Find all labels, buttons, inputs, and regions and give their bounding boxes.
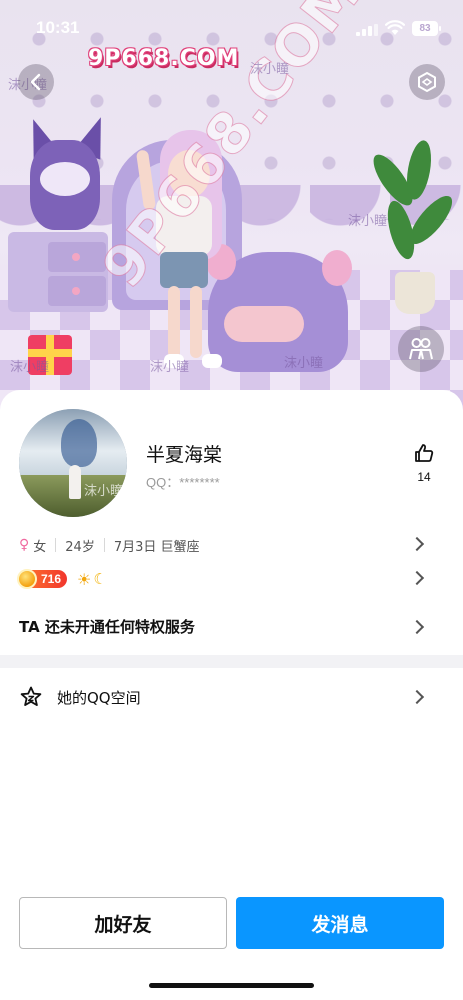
interact-button[interactable] [398,326,444,372]
watermark-author: 沫小瞳 [250,62,290,77]
privilege-text: TA 还未开通任何特权服务 [19,618,195,636]
basic-info-row[interactable]: ♀ 女 24岁 7月3日 巨蟹座 [19,535,444,555]
qzone-row[interactable]: 她的QQ空间 [19,684,444,710]
armchair-cushion [224,306,304,342]
watermark-author: 沫小瞳 [10,360,50,375]
back-button[interactable] [18,64,54,100]
avatar-leg [190,286,202,358]
watermark-author: 沫小瞳 [150,360,190,375]
avatar-photo-splash [61,419,97,467]
watermark-author: 沫小瞳 [282,882,322,897]
watermark-author: 沫小瞳 [418,884,458,899]
moon-icon: ☾ [93,570,107,588]
wifi-icon [385,20,405,35]
sun-icon: ☀ [77,569,92,589]
like-count: 14 [417,470,431,484]
hexagon-icon [418,71,436,93]
chevron-right-icon [409,619,425,635]
status-bar: 10:31 83 [0,0,463,56]
female-icon: ♀ [19,537,30,553]
add-friend-button[interactable]: 加好友 [19,897,227,949]
like-button[interactable]: 14 [404,442,444,484]
watermark-author: 沫小瞳 [84,484,124,499]
birthday-zodiac: 7月3日 巨蟹座 [113,539,200,555]
profile-3d-room[interactable]: 9P668.COM 沫小瞳 沫小瞳 沫小瞳 沫小瞳 沫小瞳 沫小瞳 9P668.… [0,0,463,410]
send-message-button[interactable]: 发消息 [236,897,444,949]
cellular-signal-icon [356,24,378,36]
qq-number: QQ：******** [146,472,220,491]
qzone-label: 她的QQ空间 [57,688,141,707]
chevron-right-icon [409,689,425,705]
drawer [48,276,106,306]
gender: 女 [33,539,47,555]
avatar-shoe [202,354,222,368]
avatar-photo-figure [69,465,81,499]
status-time: 10:31 [36,18,80,37]
qq-label: QQ： [146,475,180,490]
armchair-ear [322,250,352,286]
coin-icon [17,569,37,589]
send-message-label: 发消息 [311,913,369,936]
age: 24岁 [65,539,95,555]
divider [103,538,105,552]
watermark-author: 沫小瞳 [348,214,388,229]
qzone-star-icon [20,686,42,706]
divider [55,538,57,552]
nickname: 半夏海棠 [146,444,223,466]
battery-indicator: 83 [412,21,441,36]
dress-up-button[interactable] [409,64,445,100]
nightstand [8,232,108,312]
level-row[interactable]: 716 ☀ ☾ [17,568,444,590]
thumbs-up-icon [415,444,434,462]
chevron-right-icon [409,536,425,552]
section-divider [0,655,463,668]
chevron-left-icon [30,73,41,91]
profile-avatar[interactable] [19,409,127,517]
qq-masked-value: ******** [179,475,220,490]
privilege-row[interactable]: TA 还未开通任何特权服务 [19,616,444,638]
avatar-leg [168,286,180,358]
people-icon [409,338,433,360]
level-value: 716 [41,572,62,586]
home-indicator[interactable] [149,983,314,988]
profile-card: 半夏海棠 QQ：******** 14 ♀ 女 24岁 7月3日 巨蟹座 716… [0,390,463,1000]
plush-face [40,162,90,196]
plant-pot [395,272,435,314]
chevron-right-icon [409,570,425,586]
watermark-author: 沫小瞳 [284,356,324,371]
level-badge: 716 [17,569,68,589]
